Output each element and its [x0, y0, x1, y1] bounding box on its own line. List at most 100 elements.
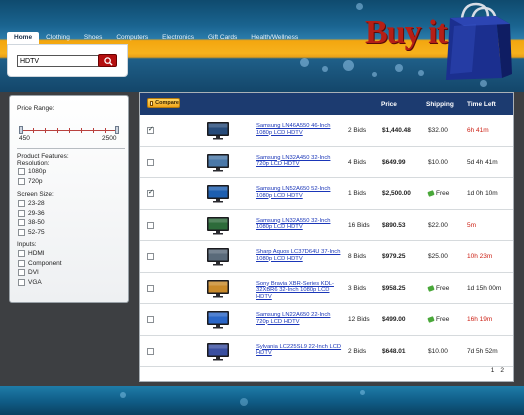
table-row: Sharp Aquos LC37D64U 37-Inch 1080p LCD H… — [140, 241, 513, 273]
product-thumbnail[interactable] — [206, 310, 230, 332]
product-features-label: Product Features: — [17, 153, 69, 160]
checkbox[interactable] — [18, 250, 25, 257]
shipping: $10.00 — [428, 348, 448, 355]
shipping: $10.00 — [428, 159, 448, 166]
column-header-price: Price — [381, 101, 397, 108]
screen-size-label: Screen Size: — [17, 191, 54, 198]
filter-option-hdmi[interactable]: HDMI — [18, 250, 45, 257]
product-link[interactable]: Samsung LN46A550 46-Inch 1080p LCD HDTV — [256, 123, 342, 136]
checkbox-label: 720p — [28, 177, 43, 185]
product-thumbnail[interactable] — [206, 279, 230, 301]
compare-checkbox[interactable] — [147, 158, 154, 166]
product-link[interactable]: Samsung LN32A550 32-Inch 1080p LCD HDTV — [256, 218, 342, 231]
bid-count: 8 Bids — [348, 253, 367, 260]
page-link-2[interactable]: 2 — [500, 367, 504, 374]
product-thumbnail[interactable] — [206, 342, 230, 364]
tab-health-wellness[interactable]: Health/Wellness — [244, 32, 305, 44]
bokeh-decoration — [343, 60, 354, 71]
price: $890.53 — [382, 221, 406, 229]
compare-checkbox[interactable] — [147, 316, 154, 323]
product-thumbnail[interactable] — [206, 153, 230, 175]
product-thumbnail[interactable] — [206, 184, 230, 206]
slider-tick — [81, 128, 82, 133]
table-row: Samsung LN46A550 46-Inch 1080p LCD HDTV 2… — [140, 115, 513, 147]
product-thumbnail[interactable] — [206, 121, 230, 143]
shipping: Free — [427, 284, 450, 292]
checkbox[interactable] — [18, 200, 25, 207]
site-header: Home Clothing Shoes Computers Electronics Gif… — [0, 0, 524, 92]
tv-icon — [207, 153, 229, 171]
compare-checkbox[interactable] — [147, 188, 154, 197]
filter-option-1080p[interactable]: 1080p — [18, 168, 46, 175]
page-link-1[interactable]: 1 — [491, 367, 495, 374]
checkbox[interactable] — [18, 209, 25, 217]
checkbox[interactable] — [18, 168, 25, 175]
price: $979.25 — [382, 253, 406, 260]
product-link[interactable]: Samsung LN22A650 22-Inch 720p LCD HDTV — [256, 312, 342, 325]
bid-count: 12 Bids — [348, 316, 370, 323]
tv-icon — [207, 216, 229, 234]
slider-tick — [69, 128, 70, 133]
bokeh-decoration — [356, 3, 363, 10]
shipping-value: Free — [436, 284, 450, 292]
slider-tick — [105, 128, 106, 133]
checkbox[interactable] — [18, 259, 25, 267]
product-thumbnail[interactable] — [206, 216, 230, 238]
results-table: Compare Price Shipping Time Left Samsung… — [139, 92, 514, 382]
filter-option-dvi[interactable]: DVI — [18, 269, 39, 276]
price-min-label: 450 — [19, 135, 30, 142]
time-left: 5m — [467, 221, 477, 229]
product-link[interactable]: Sharp Aquos LC37D64U 37-Inch 1080p LCD H… — [256, 249, 342, 262]
compare-checkbox[interactable] — [147, 125, 154, 134]
checkbox-label: VGA — [28, 278, 42, 286]
compare-button[interactable]: Compare — [147, 98, 180, 108]
tv-icon — [207, 279, 229, 297]
tab-electronics[interactable]: Electronics — [155, 32, 201, 44]
search-panel — [7, 44, 128, 77]
filter-option-29-36[interactable]: 29-36 — [18, 209, 45, 217]
bid-count: 2 Bids — [348, 347, 367, 355]
checkbox[interactable] — [18, 177, 25, 185]
price: $2,500.00 — [382, 190, 411, 197]
table-row: Sylvania LC225SL9 22-Inch LCD HDTV 2 Bids… — [140, 336, 513, 367]
compare-checkbox[interactable] — [147, 347, 154, 355]
filter-option-component[interactable]: Component — [18, 259, 62, 267]
product-link[interactable]: Samsung LN32A450 32-Inch 720p LCD HDTV — [256, 155, 342, 168]
price-range-slider[interactable] — [19, 126, 119, 134]
checkbox[interactable] — [18, 228, 25, 236]
product-thumbnail[interactable] — [206, 247, 230, 269]
price-range-label: Price Range: — [17, 105, 55, 112]
bokeh-decoration — [300, 58, 309, 67]
checkbox[interactable] — [18, 278, 25, 286]
tab-home[interactable]: Home — [7, 32, 40, 44]
filter-option-38-50[interactable]: 38-50 — [18, 219, 45, 226]
checkbox-label: DVI — [28, 269, 39, 276]
product-link[interactable]: Sylvania LC225SL9 22-Inch LCD HDTV — [256, 344, 342, 357]
price-max-handle[interactable] — [115, 126, 119, 134]
compare-checkbox[interactable] — [147, 221, 154, 229]
product-link[interactable]: Sony Bravia XBR-Series KDL-32XBR6 32-Inc… — [256, 281, 342, 301]
slider-tick — [45, 128, 46, 133]
filter-option-52-75[interactable]: 52-75 — [18, 228, 45, 236]
compare-checkbox[interactable] — [147, 253, 154, 260]
tab-shoes[interactable]: Shoes — [77, 32, 109, 44]
filter-option-23-28[interactable]: 23-28 — [18, 200, 45, 207]
tab-clothing[interactable]: Clothing — [39, 32, 77, 44]
time-left: 16h 19m — [467, 316, 493, 323]
compare-checkbox[interactable] — [147, 284, 154, 292]
filter-option-720p[interactable]: 720p — [18, 177, 43, 185]
logo[interactable]: Buy it — [365, 14, 448, 52]
product-link[interactable]: Samsung LN52A650 52-Inch 1080p LCD HDTV — [256, 186, 342, 199]
tab-computers[interactable]: Computers — [109, 32, 155, 44]
search-input[interactable] — [17, 55, 99, 67]
shipping: Free — [427, 190, 449, 197]
checkbox-label: HDMI — [28, 250, 45, 257]
filter-option-vga[interactable]: VGA — [18, 278, 42, 286]
search-button[interactable] — [98, 54, 117, 67]
time-left: 10h 23m — [467, 253, 493, 260]
checkbox[interactable] — [18, 269, 25, 276]
checkbox[interactable] — [18, 219, 25, 226]
free-tag-icon — [427, 190, 435, 197]
tab-gift-cards[interactable]: Gift Cards — [201, 32, 244, 44]
price-min-handle[interactable] — [19, 126, 23, 134]
